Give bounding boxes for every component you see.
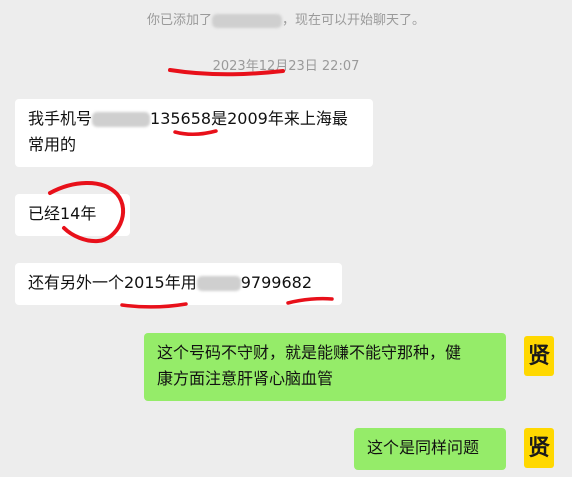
- timestamp: 2023年12月23日 22:07: [212, 59, 360, 74]
- system-added-suffix: ，现在可以开始聊天了。: [282, 13, 426, 28]
- outgoing-message-bubble[interactable]: 这个号码不守财，就是能赚不能守那种，健 康方面注意肝肾心脑血管: [144, 333, 506, 401]
- message-text: 这个是同样问题: [367, 438, 480, 457]
- system-added-prefix: 你已添加了: [146, 13, 212, 28]
- message-line: 我手机号 135658是2009年来上海最: [28, 106, 360, 132]
- redacted-phone-number: [92, 112, 151, 127]
- message-text: 9799682: [240, 273, 312, 292]
- incoming-message-bubble[interactable]: 已经14年: [15, 194, 130, 236]
- system-added-message: 你已添加了 ，现在可以开始聊天了。: [0, 9, 572, 28]
- message-text: 常用的: [28, 135, 77, 154]
- message-text: 我手机号: [28, 109, 93, 128]
- incoming-message-bubble[interactable]: 还有另外一个2015年用 9799682: [15, 263, 342, 305]
- incoming-message-bubble[interactable]: 我手机号 135658是2009年来上海最 常用的: [15, 99, 373, 167]
- message-text: 康方面注意肝肾心脑血管: [157, 369, 334, 388]
- redacted-phone-number: [196, 276, 241, 291]
- redacted-contact-name: [212, 13, 282, 28]
- user-avatar[interactable]: 贤: [524, 428, 554, 468]
- user-avatar[interactable]: 贤: [524, 336, 554, 376]
- outgoing-message-bubble[interactable]: 这个是同样问题: [354, 428, 506, 470]
- message-text: 这个号码不守财，就是能赚不能守那种，健: [157, 343, 462, 362]
- message-text: 还有另外一个2015年用: [28, 273, 197, 292]
- message-text: 已经14年: [28, 204, 97, 223]
- message-text: 135658是2009年来上海最: [150, 109, 348, 128]
